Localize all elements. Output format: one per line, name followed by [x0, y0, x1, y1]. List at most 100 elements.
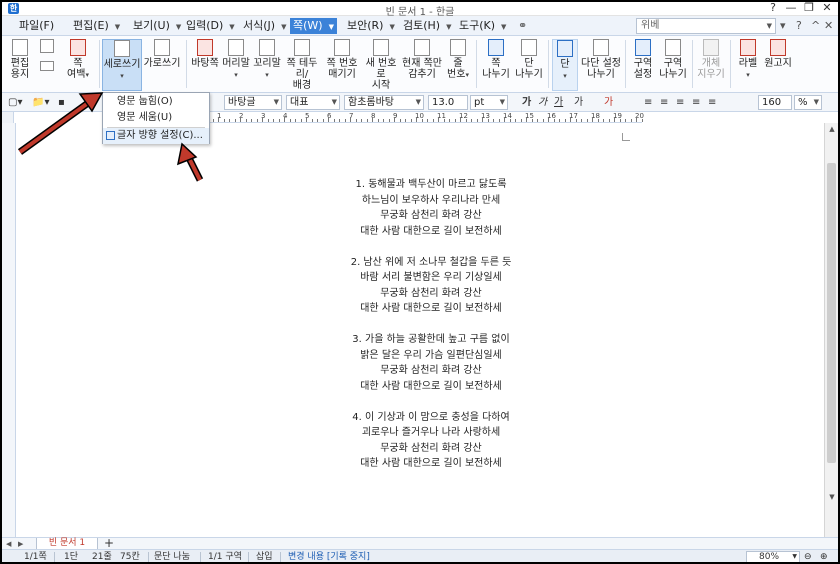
align-center-icon[interactable]: ≡ [676, 95, 684, 110]
master-page-button[interactable]: 바탕쪽 [190, 39, 220, 91]
menu-insert[interactable]: 입력(D) ▼ [183, 18, 238, 34]
columns-button[interactable]: 단 ▾ [552, 39, 578, 91]
hide-page-button[interactable]: 현재 쪽만 감추기 [402, 39, 442, 91]
document-text[interactable]: 1. 동해물과 백두산이 마르고 닳도록 하느님이 보우하사 우리나라 만세 무궁화… [306, 177, 556, 472]
align-justify-icon[interactable]: ≡ [660, 95, 668, 110]
menu-tools[interactable]: 도구(K) ▼ [456, 18, 509, 34]
scroll-up-icon[interactable]: ▲ [825, 125, 838, 133]
section-break-button[interactable]: 구역 나누기 [658, 39, 688, 91]
close-doc-icon[interactable]: ✕ [824, 19, 833, 32]
status-bar: 1/1쪽 1단 21줄 75칸 문단 나눔 1/1 구역 삽입 변경 내용 [기… [2, 549, 838, 562]
chevron-down-icon[interactable]: ▼ [329, 23, 334, 31]
distribute-icon[interactable]: ≡ [708, 95, 716, 110]
document-tab-bar: ◀ ▶ 빈 문서 1 + [2, 536, 838, 550]
column-break-icon [521, 39, 537, 56]
help-icon[interactable]: ? [796, 19, 802, 32]
menu-security[interactable]: 보안(R) ▼ [344, 18, 398, 34]
menu-bar: 파일(F) 편집(E) ▼ 보기(U) ▼ 입력(D) ▼ 서식(J) ▼ 쪽(W) ▼ … [2, 16, 838, 36]
style-select[interactable]: 바탕글 ▼ [224, 95, 282, 110]
new-number-button[interactable]: 새 번호로 시작 [362, 39, 400, 91]
italic-button[interactable]: 가 [538, 95, 547, 110]
menu-view[interactable]: 보기(U) ▼ [130, 18, 184, 34]
zoom-out-icon[interactable]: ⊖ [804, 550, 812, 562]
language-select[interactable]: 대표 ▼ [286, 95, 340, 110]
status-track-changes[interactable]: 변경 내용 [기록 중지] [288, 550, 370, 562]
close-button[interactable]: ✕ [816, 2, 838, 15]
chevron-down-icon[interactable]: ▼ [229, 23, 234, 31]
single-page-icon[interactable] [40, 39, 54, 53]
chevron-down-icon[interactable]: ▼ [501, 23, 506, 31]
align-right-icon[interactable]: ≡ [692, 95, 700, 110]
page-border-button[interactable]: 쪽 테두리/ 배경 [282, 39, 322, 91]
font-select[interactable]: 함초롬바탕 ▼ [344, 95, 424, 110]
ruler-tick [399, 119, 401, 122]
chevron-down-icon[interactable]: ▼ [115, 23, 120, 31]
status-mode[interactable]: 삽입 [256, 550, 273, 562]
collapse-ribbon-icon[interactable]: ^ [811, 19, 820, 32]
menu-edit[interactable]: 편집(E) ▼ [70, 18, 123, 34]
font-size-input[interactable]: 13.0 [428, 95, 468, 110]
horizontal-writing-button[interactable]: 가로쓰기 [143, 39, 181, 91]
menu-format[interactable]: 서식(J) ▼ [240, 18, 289, 34]
bold-button[interactable]: 가 [522, 95, 531, 110]
menu-review[interactable]: 검토(H) ▼ [400, 18, 455, 34]
ruler-tick [559, 119, 560, 122]
chevron-down-icon[interactable]: ▼ [767, 19, 772, 33]
zoom-input[interactable]: 160 [758, 95, 792, 110]
label-button[interactable]: 라벨 ▾ [734, 39, 762, 91]
ruler-corner[interactable] [2, 112, 14, 123]
open-folder-icon[interactable]: 📁▾ [32, 95, 49, 110]
menu-page[interactable]: 쪽(W) ▼ [290, 18, 337, 34]
align-left-icon[interactable]: ≡ [644, 95, 652, 110]
dropdown-arrow-icon[interactable]: ▾ [780, 19, 786, 32]
menu-item-english-upright[interactable]: 영문 세움(U) [103, 110, 209, 126]
ruler-tick [234, 119, 236, 122]
zoom-select[interactable]: 80% ▼ [746, 551, 800, 562]
font-color-button[interactable]: 가 [604, 95, 613, 110]
link-icon[interactable]: ⚭ [518, 19, 527, 32]
search-input[interactable]: 위베 ▼ [636, 18, 776, 34]
ruler-tick [504, 117, 505, 122]
manuscript-button[interactable]: 원고지 [762, 39, 794, 91]
ruler-tick [427, 119, 428, 122]
section-setup-button[interactable]: 구역 설정 [628, 39, 658, 91]
menu-item-text-direction[interactable]: 글자 방향 설정(C)... [103, 128, 209, 144]
column-break-button[interactable]: 단 나누기 [513, 39, 545, 91]
zoom-unit-select[interactable]: % ▼ [794, 95, 822, 110]
document-page[interactable]: 1. 동해물과 백두산이 마르고 닳도록 하느님이 보우하사 우리나라 만세 무궁화… [16, 123, 824, 537]
ruler-tick [218, 117, 219, 122]
strike-button[interactable]: 가 [574, 95, 583, 110]
page-setup-icon [12, 39, 28, 56]
unit-select[interactable]: pt ▼ [470, 95, 508, 110]
footer-label: 꼬리말 [253, 58, 281, 69]
ruler-tick [383, 119, 384, 122]
underline-button[interactable]: 가 [554, 95, 563, 110]
menu-review-label: 검토(H) [403, 19, 441, 32]
chevron-down-icon[interactable]: ▼ [389, 23, 394, 31]
scrollbar-thumb[interactable] [827, 163, 836, 463]
page-margin-button[interactable]: 쪽 여백▾ [60, 39, 96, 91]
page-number-button[interactable]: 쪽 번호 매기기 [323, 39, 361, 91]
scroll-down-icon[interactable]: ▼ [825, 493, 838, 501]
chevron-down-icon[interactable]: ▼ [176, 23, 181, 31]
delete-object-button[interactable]: 개체 지우기 [696, 39, 726, 91]
line-number-button[interactable]: 줄 번호▾ [444, 39, 472, 91]
page-break-button[interactable]: 쪽 나누기 [480, 39, 512, 91]
page-setup-button[interactable]: 편집 용지 [6, 39, 34, 91]
new-doc-icon[interactable]: ▢▾ [8, 95, 22, 110]
chevron-down-icon[interactable]: ▼ [281, 23, 286, 31]
add-tab-button[interactable]: + [104, 536, 114, 550]
header-button[interactable]: 머리말 ▾ [221, 39, 251, 91]
chevron-down-icon[interactable]: ▼ [446, 23, 451, 31]
ruler-tick [212, 119, 214, 122]
menu-item-english-lying[interactable]: 영문 눕힘(O) [103, 94, 209, 110]
footer-button[interactable]: 꼬리말 ▾ [252, 39, 282, 91]
section-setup-icon [635, 39, 651, 56]
vertical-writing-button[interactable]: 세로쓰기 ▾ [102, 39, 142, 91]
zoom-in-icon[interactable]: ⊕ [820, 550, 828, 562]
multicolumn-button[interactable]: 다단 설정 나누기 [580, 39, 622, 91]
save-icon[interactable]: ▪ [58, 95, 65, 110]
vertical-scrollbar[interactable]: ▲ ▼ [824, 123, 838, 537]
two-page-icon[interactable] [40, 61, 54, 71]
menu-file[interactable]: 파일(F) [16, 18, 57, 34]
